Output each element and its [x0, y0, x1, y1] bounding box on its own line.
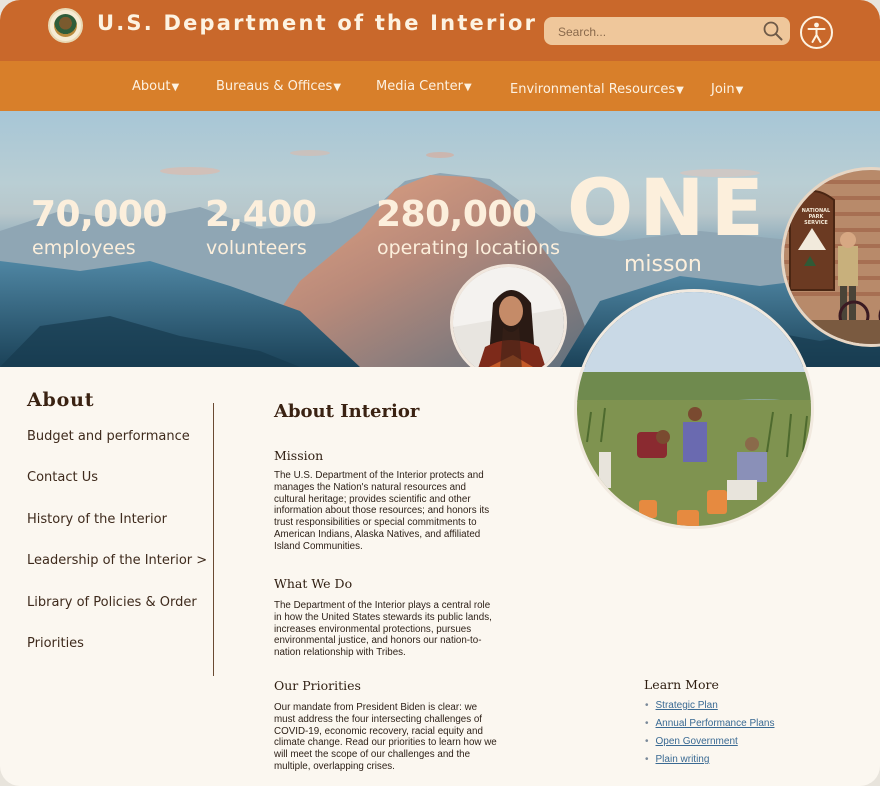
learn-more-item: • Plain writing: [645, 754, 709, 765]
stat-label: volunteers: [206, 237, 307, 259]
nav-item-join[interactable]: Join▼: [711, 82, 743, 97]
stat-number: 280,000: [376, 194, 537, 235]
sidebar-item-history[interactable]: History of the Interior: [27, 512, 167, 527]
site-header: U.S. Department of the Interior: [0, 0, 880, 61]
learn-more-item: • Annual Performance Plans: [645, 718, 774, 729]
nav-item-about[interactable]: About▼: [132, 79, 179, 94]
search-input[interactable]: [558, 23, 748, 40]
stat-label: operating locations: [377, 237, 560, 259]
section-heading-what-we-do: What We Do: [274, 576, 353, 591]
learn-more-heading: Learn More: [644, 677, 719, 692]
doi-seal-icon[interactable]: [48, 8, 83, 43]
page-frame: U.S. Department of the Interior About▼ B…: [0, 0, 880, 786]
chevron-down-icon: ▼: [676, 85, 684, 96]
section-heading-mission: Mission: [274, 448, 324, 463]
search-box[interactable]: [544, 17, 790, 45]
nav-item-label: About: [132, 79, 171, 94]
link-plain-writing[interactable]: Plain writing: [656, 754, 710, 765]
sidebar-item-contact[interactable]: Contact Us: [27, 470, 98, 485]
link-open-government[interactable]: Open Government: [656, 736, 738, 747]
mission-subheading: misson: [624, 252, 702, 277]
learn-more-item: • Open Government: [645, 736, 738, 747]
chevron-down-icon: ▼: [735, 85, 744, 96]
nps-sign-text: NATIONAL PARK SERVICE: [801, 208, 831, 226]
nav-item-label: Media Center: [376, 79, 463, 94]
chevron-down-icon: ▼: [333, 82, 342, 93]
section-heading-priorities: Our Priorities: [274, 678, 361, 693]
sidebar-heading: About: [27, 389, 95, 411]
nav-item-label: Join: [711, 82, 735, 97]
bullet-icon: •: [645, 736, 649, 747]
section-body-mission: The U.S. Department of the Interior prot…: [274, 470, 490, 552]
main-nav: About▼ Bureaus & Offices▼ Media Center▼ …: [0, 61, 880, 111]
bullet-icon: •: [645, 700, 649, 711]
section-body-priorities: Our mandate from President Biden is clea…: [274, 702, 497, 772]
sidebar-item-budget[interactable]: Budget and performance: [27, 429, 190, 444]
chevron-down-icon: ▼: [463, 82, 472, 93]
learn-more-item: • Strategic Plan: [645, 700, 718, 711]
section-body-what-we-do: The Department of the Interior plays a c…: [274, 600, 492, 659]
bullet-icon: •: [645, 754, 649, 765]
nav-item-media-center[interactable]: Media Center▼: [376, 79, 472, 94]
link-annual-performance-plans[interactable]: Annual Performance Plans: [656, 718, 775, 729]
one-heading: ONE: [567, 164, 770, 254]
sidebar-divider: [213, 403, 214, 676]
sidebar-item-library[interactable]: Library of Policies & Order: [27, 595, 197, 610]
sidebar-item-leadership[interactable]: Leadership of the Interior >: [27, 553, 207, 568]
volunteers-photo: [574, 289, 814, 529]
bullet-icon: •: [645, 718, 649, 729]
nav-item-label: Bureaus & Offices: [216, 79, 333, 94]
site-title[interactable]: U.S. Department of the Interior: [97, 11, 537, 35]
accessibility-icon[interactable]: [799, 15, 834, 50]
nav-item-environmental-resources[interactable]: Environmental Resources▼: [510, 82, 684, 97]
sidebar-item-priorities[interactable]: Priorities: [27, 636, 84, 651]
search-icon[interactable]: [762, 20, 784, 42]
page-title: About Interior: [274, 401, 420, 422]
nav-item-label: Environmental Resources: [510, 82, 676, 97]
stat-number: 70,000: [31, 194, 167, 235]
stat-label: employees: [32, 237, 136, 259]
link-strategic-plan[interactable]: Strategic Plan: [656, 700, 718, 711]
chevron-down-icon: ▼: [171, 82, 180, 93]
stat-number: 2,400: [205, 194, 317, 235]
nav-item-bureaus-offices[interactable]: Bureaus & Offices▼: [216, 79, 341, 94]
